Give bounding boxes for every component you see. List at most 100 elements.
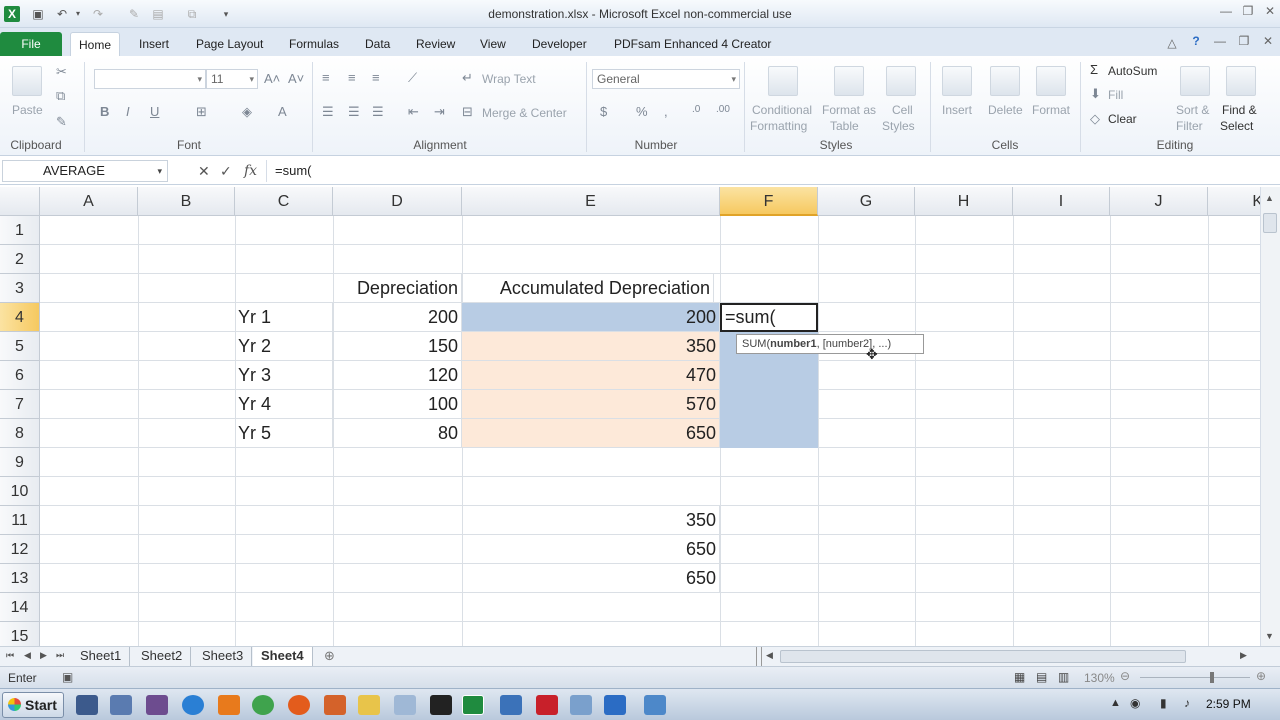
cell-E3[interactable]: Accumulated Depreciation bbox=[462, 274, 714, 303]
column-header[interactable]: B bbox=[138, 187, 235, 216]
shrink-font-icon[interactable]: A˅ bbox=[288, 71, 304, 86]
font-color-icon[interactable]: A bbox=[278, 104, 287, 119]
column-header[interactable]: C bbox=[235, 187, 333, 216]
acrobat-icon[interactable] bbox=[536, 695, 558, 715]
cell-D7[interactable]: 100 bbox=[333, 390, 462, 419]
folder-icon[interactable] bbox=[358, 695, 380, 715]
cell-C7[interactable]: Yr 4 bbox=[235, 390, 333, 419]
decrease-indent-icon[interactable]: ⇤ bbox=[408, 104, 419, 120]
copy-icon[interactable]: ⧉ bbox=[56, 88, 65, 104]
cell-C8[interactable]: Yr 5 bbox=[235, 419, 333, 448]
cell-styles-icon[interactable] bbox=[886, 66, 916, 96]
find-select-icon[interactable] bbox=[1226, 66, 1256, 96]
worksheet-grid[interactable]: A B C D E F G H I J K 1 2 3 4 5 6 7 8 9 … bbox=[0, 187, 1260, 646]
tab-insert[interactable]: Insert bbox=[131, 32, 177, 56]
italic-icon[interactable]: I bbox=[126, 104, 130, 119]
network-icon[interactable]: ▮ bbox=[1160, 696, 1167, 710]
align-center-icon[interactable]: ☰ bbox=[348, 104, 360, 120]
row-header[interactable]: 13 bbox=[0, 564, 40, 593]
clear-icon[interactable]: ◇ bbox=[1090, 111, 1100, 127]
cell-E13[interactable]: 650 bbox=[462, 564, 720, 593]
bold-icon[interactable]: B bbox=[100, 104, 109, 119]
insert-sheet-icon[interactable]: ⊕ bbox=[324, 648, 335, 664]
zoom-slider-track[interactable] bbox=[1140, 677, 1250, 678]
insert-function-icon[interactable]: fx bbox=[244, 163, 257, 179]
insert-cells-button[interactable]: Insert bbox=[942, 103, 972, 117]
select-all-corner[interactable] bbox=[0, 187, 40, 216]
column-header[interactable]: H bbox=[915, 187, 1013, 216]
formula-input[interactable]: =sum( bbox=[266, 160, 1266, 182]
volume-icon[interactable]: ♪ bbox=[1184, 696, 1190, 710]
tooltip-function-name[interactable]: SUM( bbox=[742, 338, 770, 350]
page-break-view-icon[interactable]: ▥ bbox=[1058, 670, 1069, 684]
scroll-down-icon[interactable]: ▼ bbox=[1265, 631, 1274, 641]
row-header[interactable]: 5 bbox=[0, 332, 40, 361]
tab-pdfsam[interactable]: PDFsam Enhanced 4 Creator bbox=[606, 32, 779, 56]
close-icon[interactable]: ✕ bbox=[1260, 4, 1280, 22]
row-header[interactable]: 11 bbox=[0, 506, 40, 535]
align-left-icon[interactable]: ☰ bbox=[322, 104, 334, 120]
cell-C4[interactable]: Yr 1 bbox=[235, 303, 333, 332]
sheet-tab-1[interactable]: Sheet1 bbox=[72, 647, 131, 666]
delete-cells-button[interactable]: Delete bbox=[988, 103, 1023, 117]
fill-button[interactable]: Fill bbox=[1108, 88, 1123, 102]
cell-F4-active[interactable]: =sum( bbox=[720, 303, 818, 332]
insert-cells-icon[interactable] bbox=[942, 66, 972, 96]
increase-decimal-icon[interactable]: .0 bbox=[692, 104, 700, 115]
delete-cells-icon[interactable] bbox=[990, 66, 1020, 96]
row-header-selected[interactable]: 4 bbox=[0, 303, 40, 332]
chrome-icon[interactable] bbox=[252, 695, 274, 715]
cell-E11[interactable]: 350 bbox=[462, 506, 720, 535]
tab-split-handle[interactable] bbox=[756, 647, 762, 666]
recorder-icon[interactable] bbox=[604, 695, 626, 715]
underline-icon[interactable]: U bbox=[150, 104, 159, 119]
borders-icon[interactable]: ⊞ bbox=[196, 104, 207, 120]
align-top-icon[interactable]: ≡ bbox=[322, 70, 330, 85]
row-header[interactable]: 15 bbox=[0, 622, 40, 646]
grow-font-icon[interactable]: A˄ bbox=[264, 71, 280, 86]
row-header[interactable]: 7 bbox=[0, 390, 40, 419]
autosum-icon[interactable]: Σ bbox=[1090, 62, 1098, 77]
normal-view-icon[interactable]: ▦ bbox=[1014, 670, 1025, 684]
function-tooltip[interactable]: SUM(number1, [number2], ...) bbox=[736, 334, 924, 354]
row-header[interactable]: 10 bbox=[0, 477, 40, 506]
zoom-level[interactable]: 130% bbox=[1084, 671, 1115, 685]
find-select-label-2[interactable]: Select bbox=[1220, 119, 1253, 133]
enter-formula-icon[interactable]: ✓ bbox=[220, 163, 232, 180]
row-header[interactable]: 14 bbox=[0, 593, 40, 622]
format-cells-button[interactable]: Format bbox=[1032, 103, 1070, 117]
vertical-scroll-thumb[interactable] bbox=[1263, 213, 1277, 233]
horizontal-scroll-thumb[interactable] bbox=[780, 650, 1186, 663]
font-size-combo[interactable]: 11 ▾ bbox=[206, 69, 258, 89]
font-name-combo[interactable]: ▾ bbox=[94, 69, 206, 89]
format-painter-icon[interactable]: ✎ bbox=[56, 114, 67, 130]
tooltip-current-arg[interactable]: number1 bbox=[770, 338, 816, 350]
find-select-label-1[interactable]: Find & bbox=[1222, 103, 1257, 117]
tab-data[interactable]: Data bbox=[357, 32, 398, 56]
cell-D8[interactable]: 80 bbox=[333, 419, 462, 448]
column-header[interactable]: I bbox=[1013, 187, 1110, 216]
network-app-icon[interactable] bbox=[500, 695, 522, 715]
start-button[interactable]: Start bbox=[2, 692, 64, 718]
globe-icon[interactable] bbox=[182, 695, 204, 715]
cell-styles-label-1[interactable]: Cell bbox=[892, 103, 913, 117]
zoom-slider-thumb[interactable] bbox=[1210, 672, 1214, 683]
clock[interactable]: 2:59 PM bbox=[1206, 697, 1251, 711]
app-icon[interactable] bbox=[146, 695, 168, 715]
first-sheet-icon[interactable]: ⏮ bbox=[6, 650, 14, 661]
ribbon-minimize-icon[interactable]: △ bbox=[1162, 36, 1182, 54]
align-bottom-icon[interactable]: ≡ bbox=[372, 70, 380, 85]
doc-close-icon[interactable]: ✕ bbox=[1258, 34, 1278, 52]
wrap-text-icon[interactable]: ↵ bbox=[462, 70, 473, 86]
utility-icon[interactable] bbox=[644, 695, 666, 715]
fill-color-icon[interactable]: ◈ bbox=[242, 104, 252, 120]
scroll-up-icon[interactable]: ▲ bbox=[1265, 193, 1274, 203]
tray-icon[interactable]: ◉ bbox=[1130, 696, 1140, 710]
macro-record-icon[interactable]: ▣ bbox=[62, 670, 73, 684]
cell-D3[interactable]: Depreciation bbox=[333, 274, 462, 303]
help-icon[interactable]: ? bbox=[1186, 34, 1206, 52]
cell-D4[interactable]: 200 bbox=[333, 303, 462, 332]
increase-indent-icon[interactable]: ⇥ bbox=[434, 104, 445, 120]
firefox-icon[interactable] bbox=[288, 695, 310, 715]
align-middle-icon[interactable]: ≡ bbox=[348, 70, 356, 85]
